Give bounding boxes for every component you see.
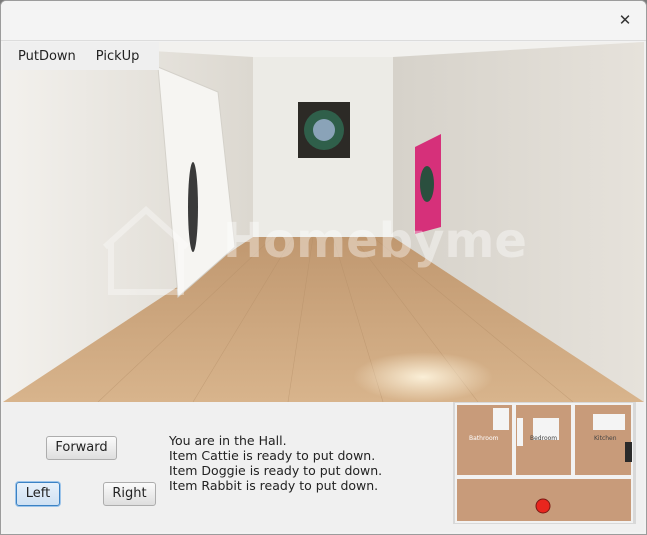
- message-line: Item Rabbit is ready to put down.: [169, 478, 379, 493]
- minimap-room-label: Kitchen: [594, 435, 617, 442]
- menu-item-putdown[interactable]: PutDown: [18, 42, 76, 70]
- close-icon[interactable]: ✕: [616, 11, 634, 29]
- watermark-text: Homebyme: [223, 213, 527, 269]
- hall-scene-image: Homebyme: [3, 42, 644, 402]
- message-line: Item Cattie is ready to put down.: [169, 448, 376, 463]
- message-log: You are in the Hall. Item Cattie is read…: [169, 433, 382, 493]
- menu-bar: PutDown PickUp: [3, 42, 159, 70]
- minimap-room-label: Bedroom: [530, 435, 557, 442]
- main-content: Homebyme PutDown PickUp Forward Left Rig…: [3, 42, 644, 532]
- menu-item-pickup[interactable]: PickUp: [96, 42, 140, 70]
- floor-plan-minimap: Bathroom Bedroom Kitchen: [453, 402, 636, 524]
- minimap-room-label: Bathroom: [469, 435, 499, 442]
- controls-panel: Forward Left Right You are in the Hall. …: [3, 402, 644, 532]
- app-window: ✕ Homebyme PutDown PickUp Forward Left R…: [0, 0, 647, 535]
- message-line: Item Doggie is ready to put down.: [169, 463, 383, 478]
- message-line: You are in the Hall.: [169, 433, 287, 448]
- room-view: Homebyme: [3, 42, 644, 402]
- player-marker: [535, 498, 551, 514]
- left-button[interactable]: Left: [16, 482, 60, 506]
- title-bar[interactable]: ✕: [1, 1, 646, 41]
- right-button[interactable]: Right: [103, 482, 156, 506]
- forward-button[interactable]: Forward: [46, 436, 117, 460]
